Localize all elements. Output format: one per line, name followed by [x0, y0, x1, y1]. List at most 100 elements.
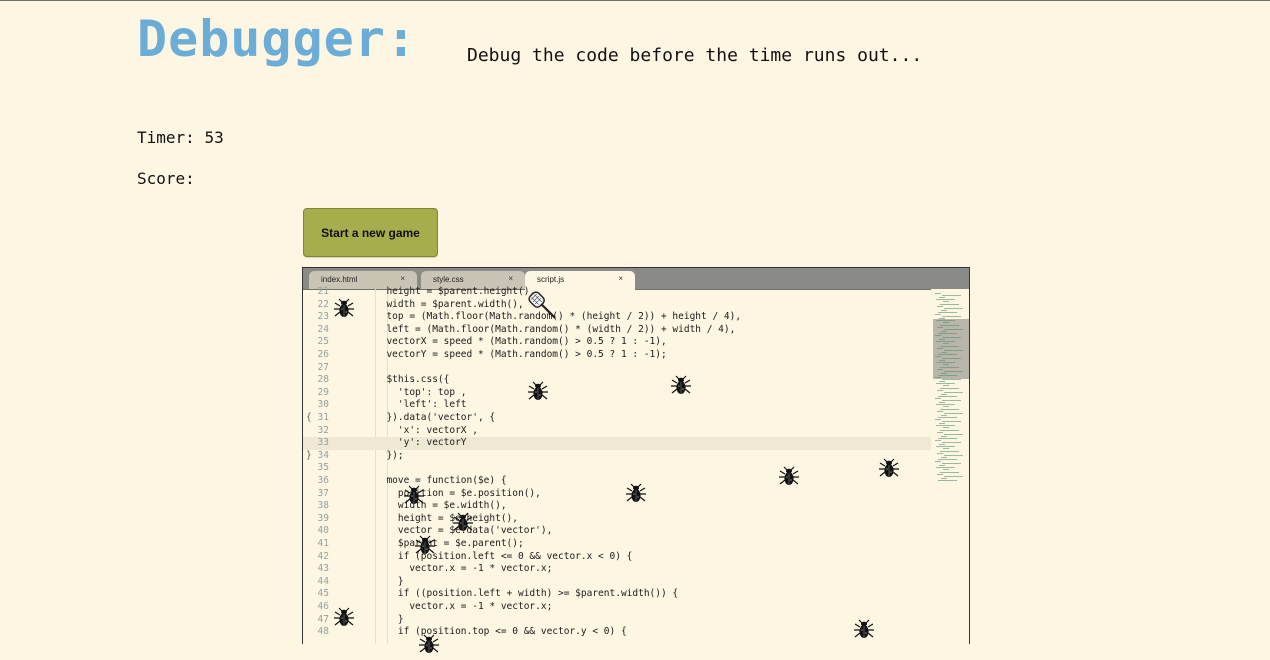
minimap-line — [935, 314, 941, 315]
minimap-line — [940, 387, 959, 389]
minimap-line — [940, 324, 959, 326]
minimap-line — [938, 416, 957, 418]
start-new-game-button[interactable]: Start a new game — [303, 208, 438, 257]
minimap-line — [938, 479, 957, 481]
bug-icon[interactable] — [878, 458, 900, 480]
minimap-line — [943, 364, 949, 366]
minimap-line — [943, 469, 949, 471]
line-number: 47 — [317, 613, 329, 625]
code-text: $this.css({ — [375, 374, 450, 386]
bug-icon[interactable] — [418, 634, 440, 656]
line-number: 26 — [317, 349, 329, 360]
tab-label: index.html — [321, 275, 358, 284]
bug-icon[interactable] — [333, 298, 355, 320]
bug-icon[interactable] — [625, 483, 647, 505]
minimap-line — [943, 301, 949, 303]
code-text: if (position.top <= 0 && vector.y < 0) { — [375, 626, 627, 638]
minimap-line — [941, 393, 947, 395]
minimap-line — [936, 320, 955, 322]
minimap-line — [939, 360, 945, 362]
code-line: 32 'x': vectorX , — [303, 425, 931, 438]
minimap-line — [942, 463, 961, 465]
minimap-line — [941, 435, 947, 437]
minimap-line — [942, 295, 961, 297]
minimap-line — [942, 442, 961, 444]
minimap-line — [937, 305, 943, 307]
bug-icon[interactable] — [527, 381, 549, 403]
code-line: 38 width = $e.width(), — [303, 500, 931, 513]
minimap-line — [944, 412, 963, 414]
minimap-line — [937, 326, 943, 328]
code-editor-playfield[interactable]: index.html × style.css × script.js × 21 heigh… — [302, 267, 970, 644]
minimap-line — [937, 410, 943, 412]
minimap-line — [942, 400, 961, 402]
close-tab-icon[interactable]: × — [618, 274, 623, 283]
minimap-line — [935, 398, 941, 399]
minimap-line — [942, 337, 961, 339]
line-number: 25 — [317, 336, 329, 348]
line-number: 36 — [317, 475, 329, 486]
code-line: {31 }).data('vector', { — [303, 412, 931, 425]
minimap-line — [936, 383, 955, 385]
bug-icon[interactable] — [333, 607, 355, 629]
minimap-line — [938, 353, 957, 355]
close-tab-icon[interactable]: × — [400, 274, 405, 283]
minimap-line — [937, 431, 943, 433]
bug-icon[interactable] — [452, 512, 474, 534]
line-number: 44 — [317, 575, 329, 587]
minimap-line — [938, 311, 957, 313]
minimap-line — [939, 318, 945, 320]
minimap-line — [935, 377, 941, 378]
minimap-line — [936, 341, 955, 343]
minimap-line — [935, 440, 941, 441]
minimap-line — [944, 307, 963, 309]
code-line: 26 vectorY = speed * (Math.random() > 0.… — [303, 349, 931, 362]
score-label: Score: — [137, 169, 195, 188]
code-line: 27 — [303, 362, 931, 375]
bug-icon[interactable] — [414, 535, 436, 557]
code-line: 29 'top': top , — [303, 387, 931, 400]
minimap-line — [944, 454, 963, 456]
line-number: 38 — [317, 500, 329, 512]
code-text: vectorY = speed * (Math.random() > 0.5 ?… — [375, 349, 667, 360]
line-number: 24 — [317, 323, 329, 335]
line-number: 23 — [317, 311, 329, 323]
game-title: Debugger: — [137, 10, 417, 68]
minimap-line — [936, 446, 955, 448]
bug-icon[interactable] — [778, 466, 800, 488]
minimap-line — [935, 461, 941, 462]
minimap-line — [939, 339, 945, 341]
code-text: }); — [375, 449, 404, 461]
line-number: 48 — [317, 626, 329, 638]
minimap-line — [936, 467, 955, 469]
line-number: 34 — [317, 449, 329, 461]
line-number: 42 — [317, 550, 329, 562]
bug-icon[interactable] — [403, 485, 425, 507]
bug-icon[interactable] — [853, 619, 875, 641]
minimap-line — [943, 322, 949, 324]
score-display: Score: — [137, 169, 195, 188]
minimap-line — [942, 316, 961, 318]
code-line: 41 $parent = $e.parent(); — [303, 538, 931, 551]
close-tab-icon[interactable]: × — [508, 274, 513, 283]
code-text: 'x': vectorX , — [375, 424, 478, 436]
code-line: 47 } — [303, 614, 931, 627]
timer-display: Timer: 53 — [137, 128, 224, 147]
code-text: $parent = $e.parent(); — [375, 538, 524, 549]
line-number: 29 — [317, 386, 329, 398]
minimap-line — [936, 404, 955, 406]
code-line: 36 move = function($e) { — [303, 475, 931, 488]
line-number: 32 — [317, 424, 329, 436]
timer-label: Timer: — [137, 128, 195, 147]
line-number: 28 — [317, 374, 329, 386]
bug-icon[interactable] — [670, 375, 692, 397]
fly-swatter-cursor-icon — [528, 291, 556, 319]
minimap-line — [939, 465, 945, 467]
code-text: width = $e.width(), — [375, 500, 507, 512]
line-number: 46 — [317, 601, 329, 612]
minimap-line — [942, 358, 961, 360]
code-minimap[interactable] — [931, 289, 969, 644]
code-text: position = $e.position(), — [375, 487, 541, 499]
code-text: } — [375, 613, 404, 625]
minimap-line — [935, 335, 941, 336]
